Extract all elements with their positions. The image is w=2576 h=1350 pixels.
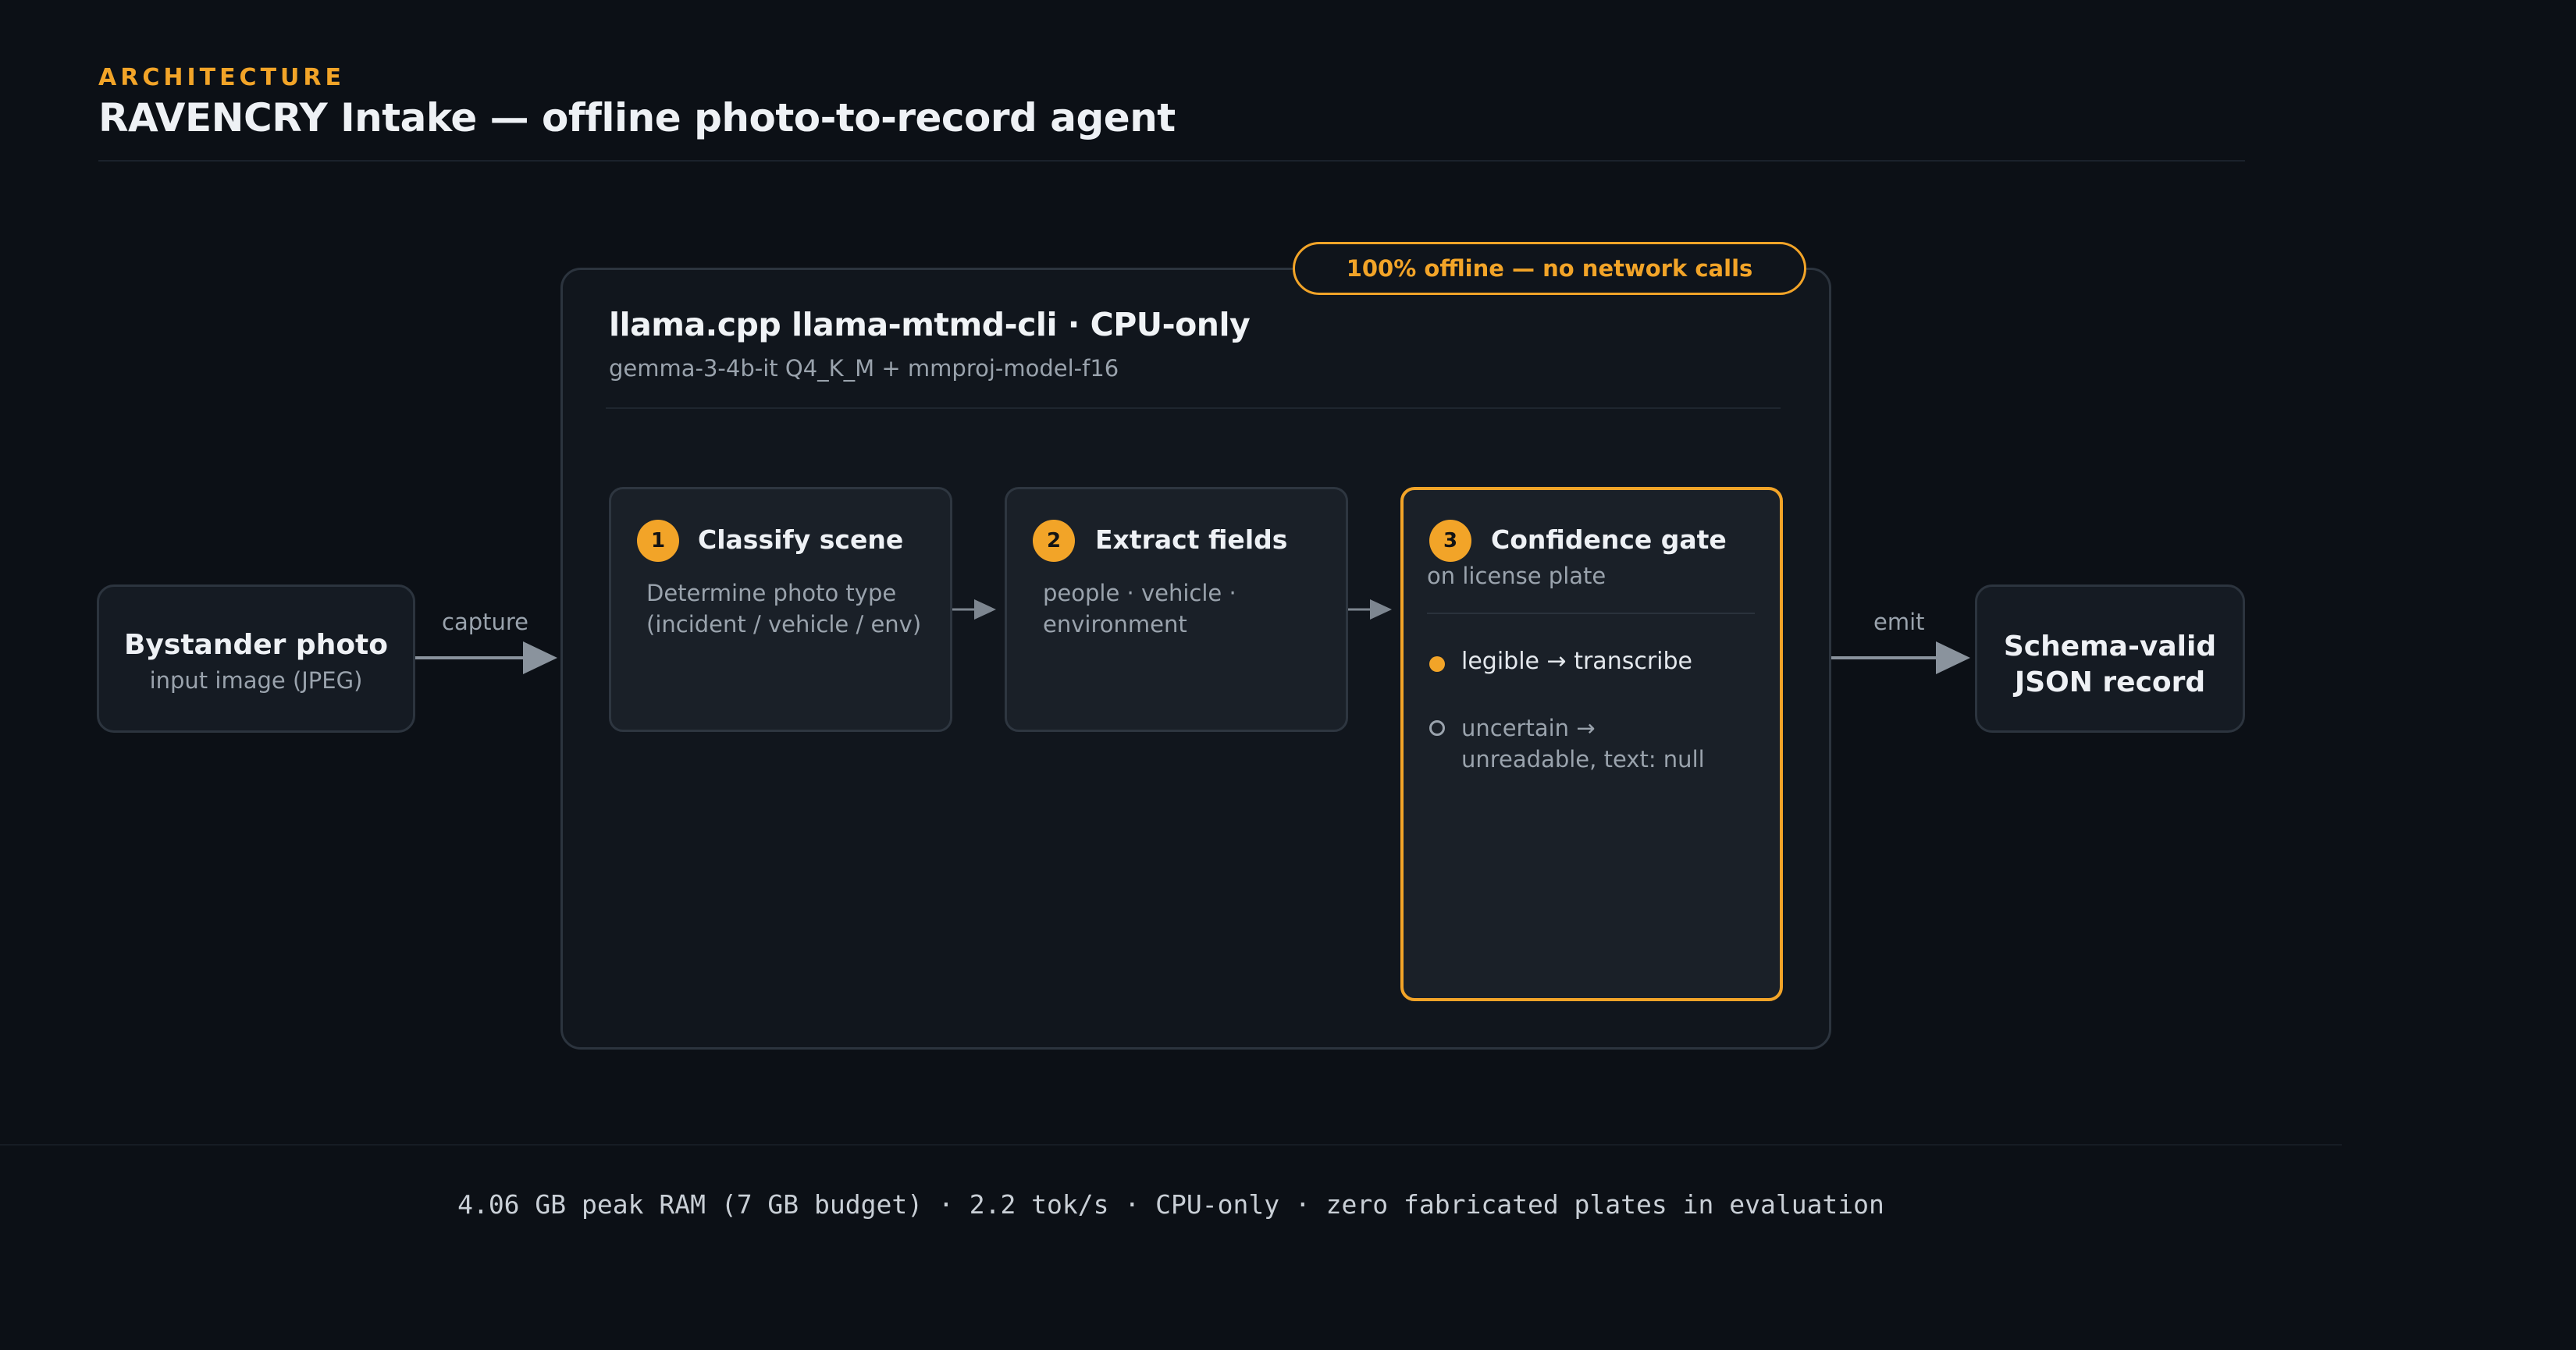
- footer-metrics: 4.06 GB peak RAM (7 GB budget) · 2.2 tok…: [457, 1189, 1884, 1220]
- arrow-stage1-to-stage2: [952, 599, 996, 620]
- arrow-stage2-to-stage3: [1348, 599, 1392, 620]
- connector-arrows: [415, 599, 1970, 674]
- arrow-capture: [415, 641, 557, 674]
- footer-divider: [0, 1144, 2342, 1146]
- arrow-emit: [1831, 641, 1970, 674]
